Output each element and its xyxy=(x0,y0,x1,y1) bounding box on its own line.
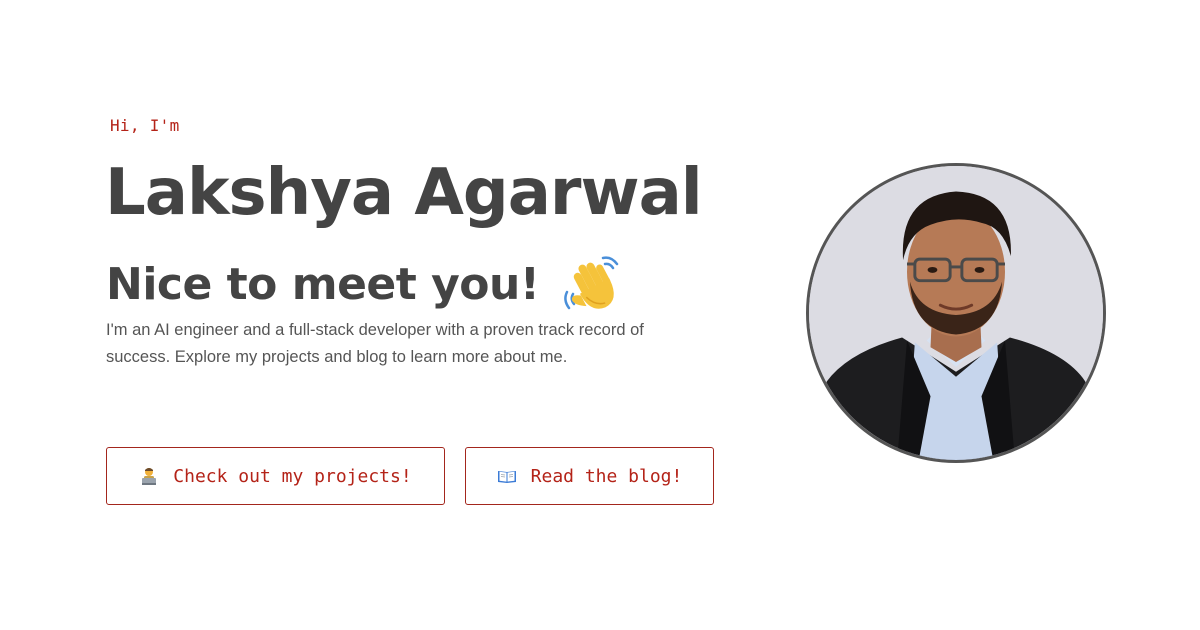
hero-section: Hi, I'm Lakshya Agarwal Nice to meet you… xyxy=(0,0,1200,630)
open-book-icon xyxy=(497,466,517,486)
technologist-icon xyxy=(139,466,159,486)
projects-button-label: Check out my projects! xyxy=(173,465,412,487)
blog-button-label: Read the blog! xyxy=(530,465,683,487)
profile-photo xyxy=(809,166,1103,460)
bio-paragraph: I'm an AI engineer and a full-stack deve… xyxy=(106,321,644,366)
projects-button[interactable]: Check out my projects! xyxy=(106,447,445,505)
subtitle-heading: Nice to meet you! xyxy=(106,252,625,318)
page-title: Lakshya Agarwal xyxy=(105,156,703,230)
avatar xyxy=(806,163,1106,463)
greeting-text: Hi, I'm xyxy=(110,116,180,135)
blog-button[interactable]: Read the blog! xyxy=(465,447,714,505)
subtitle-text: Nice to meet you! xyxy=(106,258,540,310)
waving-hand-icon xyxy=(559,252,625,318)
